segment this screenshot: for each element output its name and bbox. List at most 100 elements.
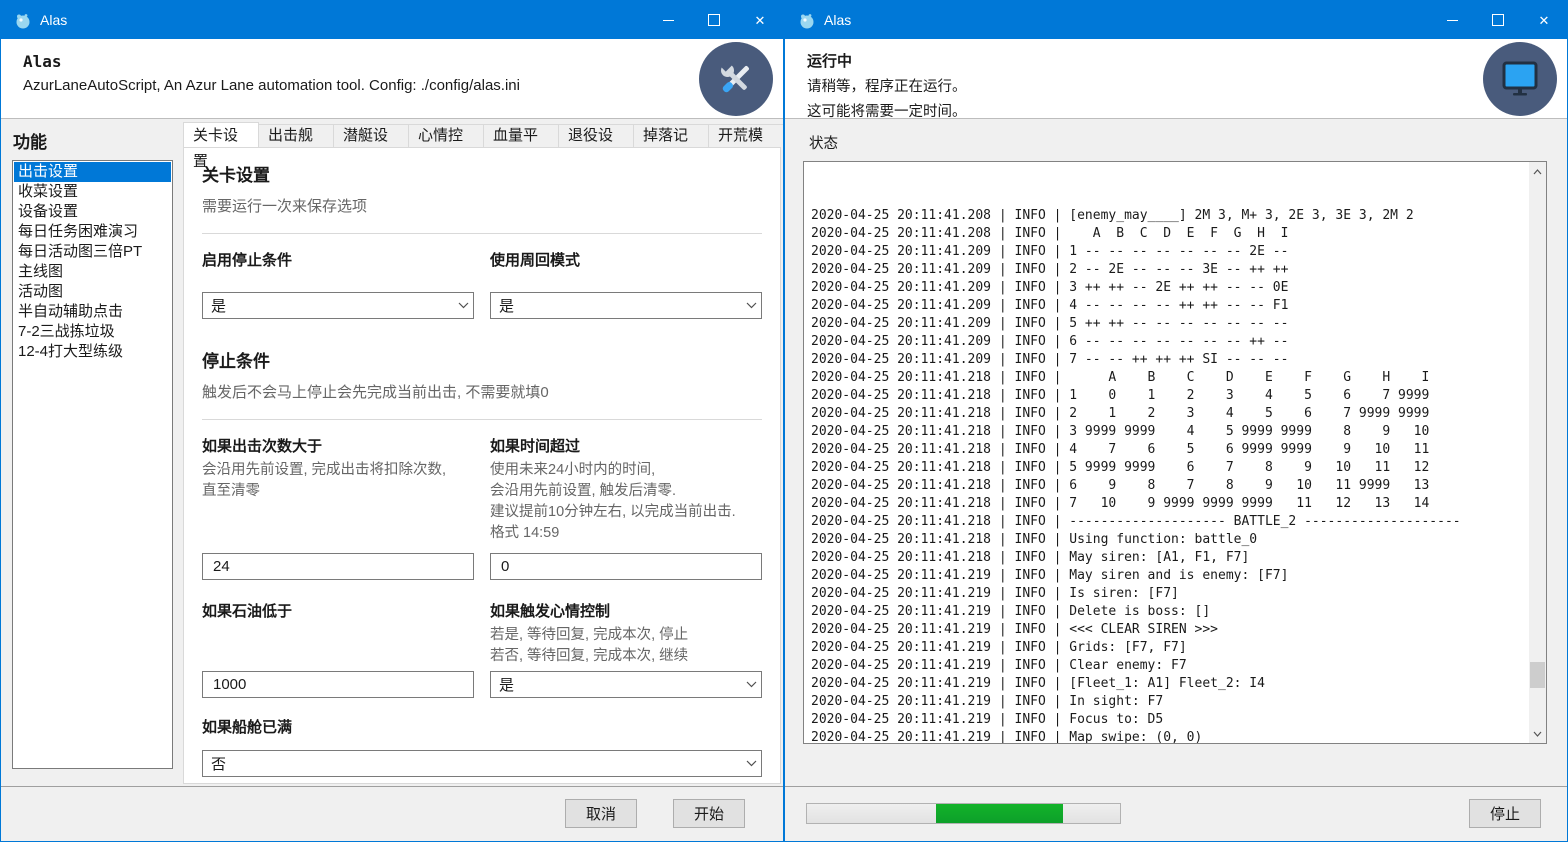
sidebar-list: 出击设置收菜设置设备设置每日任务困难演习每日活动图三倍PT 主线图活动图半自动辅助… bbox=[12, 160, 173, 769]
log-line: 2020-04-25 20:11:41.218 | INFO | 4 7 6 5… bbox=[811, 441, 1529, 459]
maximize-button[interactable] bbox=[691, 1, 737, 39]
log-box: 2020-04-25 20:11:41.208 | INFO | [enemy_… bbox=[803, 161, 1547, 744]
log-line: 2020-04-25 20:11:41.218 | INFO | Using f… bbox=[811, 531, 1529, 549]
settings-content: 功能 出击设置收菜设置设备设置每日任务困难演习每日活动图三倍PT主线图活动图半自… bbox=[1, 119, 783, 786]
log-line: 2020-04-25 20:11:41.208 | INFO | A B C D… bbox=[811, 225, 1529, 243]
divider bbox=[202, 233, 762, 234]
field-label-if-count: 如果出击次数大于 bbox=[202, 435, 474, 456]
sidebar-item-label: 12-4打大型练级 bbox=[18, 343, 123, 360]
scrollbar-thumb[interactable] bbox=[1530, 662, 1545, 688]
if-oil-input[interactable] bbox=[211, 675, 469, 694]
log-line: 2020-04-25 20:11:41.219 | INFO | Clear e… bbox=[811, 657, 1529, 675]
field-label-enable-stop: 启用停止条件 bbox=[202, 249, 474, 270]
log-scrollbar[interactable] bbox=[1529, 162, 1546, 743]
chevron-down-icon bbox=[746, 681, 757, 688]
close-button[interactable]: ✕ bbox=[1521, 1, 1567, 39]
log-line: 2020-04-25 20:11:41.219 | INFO | Is sire… bbox=[811, 585, 1529, 603]
window-title: Alas bbox=[824, 12, 1429, 28]
tab[interactable]: 心情控制 bbox=[408, 124, 484, 147]
scrollbar-up-button[interactable] bbox=[1529, 163, 1546, 180]
log-line: 2020-04-25 20:11:41.219 | INFO | Focus t… bbox=[811, 711, 1529, 729]
sidebar-item[interactable]: 收菜设置 bbox=[14, 182, 171, 202]
section-title: 关卡设置 bbox=[202, 161, 762, 186]
sidebar-item[interactable]: 活动图 bbox=[14, 282, 171, 302]
log-line: 2020-04-25 20:11:41.209 | INFO | 4 -- --… bbox=[811, 297, 1529, 315]
if-count-field bbox=[202, 553, 474, 580]
sidebar-item[interactable]: 12-4打大型练级 bbox=[14, 342, 171, 362]
loop-mode-dropdown[interactable]: 是 bbox=[490, 292, 762, 319]
running-line1: 请稍等，程序正在运行。 bbox=[785, 71, 1567, 96]
tab[interactable]: 关卡设置 bbox=[183, 122, 259, 147]
if-count-input[interactable] bbox=[211, 557, 469, 576]
field-label-loop-mode: 使用周回模式 bbox=[490, 249, 762, 270]
start-button[interactable]: 开始 bbox=[673, 799, 745, 828]
window-title: Alas bbox=[40, 12, 645, 28]
desc-line: 会沿用先前设置, 完成出击将扣除次数, bbox=[202, 460, 474, 481]
section-desc: 需要运行一次来保存选项 bbox=[202, 195, 762, 216]
close-icon: ✕ bbox=[1539, 14, 1550, 27]
scrollbar-down-button[interactable] bbox=[1529, 725, 1546, 742]
log-lines: 2020-04-25 20:11:41.208 | INFO | [enemy_… bbox=[804, 162, 1529, 743]
sidebar-item[interactable]: 每日任务困难演习 bbox=[14, 222, 171, 242]
titlebar[interactable]: Alas ✕ bbox=[785, 1, 1567, 39]
log-line: 2020-04-25 20:11:41.219 | INFO | <<< CLE… bbox=[811, 621, 1529, 639]
sidebar-item[interactable]: 主线图 bbox=[14, 262, 171, 282]
sidebar-item-label: 7-2三战拣垃圾 bbox=[18, 323, 115, 340]
log-viewport[interactable]: 2020-04-25 20:11:41.208 | INFO | [enemy_… bbox=[804, 162, 1529, 743]
runner-window: Alas ✕ 运行中 请稍等，程序正在运行。 这可能将需要一定时间。 状态 20… bbox=[784, 0, 1568, 842]
log-line: 2020-04-25 20:11:41.209 | INFO | 7 -- --… bbox=[811, 351, 1529, 369]
tab[interactable]: 潜艇设置 bbox=[333, 124, 409, 147]
if-dock-dropdown[interactable]: 否 bbox=[202, 750, 762, 777]
app-name: Alas bbox=[1, 39, 783, 71]
chevron-down-icon bbox=[746, 302, 757, 309]
tab[interactable]: 出击舰队 bbox=[258, 124, 334, 147]
minimize-button[interactable] bbox=[645, 1, 691, 39]
minimize-button[interactable] bbox=[1429, 1, 1475, 39]
sidebar-item[interactable]: 出击设置 bbox=[14, 162, 171, 182]
sidebar-item[interactable]: 半自动辅助点击 bbox=[14, 302, 171, 322]
titlebar[interactable]: Alas ✕ bbox=[1, 1, 783, 39]
log-line: 2020-04-25 20:11:41.218 | INFO | 1 0 1 2… bbox=[811, 387, 1529, 405]
sidebar-item-label: 每日活动图三倍PT bbox=[18, 243, 142, 260]
close-icon: ✕ bbox=[755, 14, 766, 27]
log-line: 2020-04-25 20:11:41.218 | INFO | -------… bbox=[811, 513, 1529, 531]
tab[interactable]: 血量平衡 bbox=[483, 124, 559, 147]
sidebar-item[interactable]: 7-2三战拣垃圾 bbox=[14, 322, 171, 342]
divider bbox=[202, 419, 762, 420]
sidebar-item-label: 活动图 bbox=[18, 283, 63, 300]
tab[interactable]: 掉落记录 bbox=[633, 124, 709, 147]
tab[interactable]: 开荒模式 bbox=[708, 124, 784, 147]
field-desc-if-time: 使用未来24小时内的时间,会沿用先前设置, 触发后清零.建议提前10分钟左右, … bbox=[490, 460, 762, 544]
maximize-icon bbox=[1492, 14, 1504, 26]
sidebar-item[interactable]: 设备设置 bbox=[14, 202, 171, 222]
sidebar-item-label: 设备设置 bbox=[18, 203, 78, 220]
desc-line: 建议提前10分钟左右, 以完成当前出击. bbox=[490, 502, 762, 523]
section-desc-stop-cond: 触发后不会马上停止会先完成当前出击, 不需要就填0 bbox=[202, 381, 762, 402]
desc-line: 使用未来24小时内的时间, bbox=[490, 460, 762, 481]
sidebar-item[interactable]: 每日活动图三倍PT bbox=[14, 242, 171, 262]
stop-button[interactable]: 停止 bbox=[1469, 799, 1541, 828]
cancel-button[interactable]: 取消 bbox=[565, 799, 637, 828]
alas-logo-icon bbox=[798, 12, 815, 29]
log-line: 2020-04-25 20:11:41.209 | INFO | 5 ++ ++… bbox=[811, 315, 1529, 333]
field-label-if-oil: 如果石油低于 bbox=[202, 600, 474, 621]
dropdown-value: 是 bbox=[499, 674, 514, 695]
if-emotion-dropdown[interactable]: 是 bbox=[490, 671, 762, 698]
tab[interactable]: 退役设置 bbox=[558, 124, 634, 147]
desc-line: 会沿用先前设置, 触发后清零. bbox=[490, 481, 762, 502]
status-label: 状态 bbox=[809, 132, 838, 153]
enable-stop-dropdown[interactable]: 是 bbox=[202, 292, 474, 319]
log-line: 2020-04-25 20:11:41.209 | INFO | 2 -- 2E… bbox=[811, 261, 1529, 279]
app-subtitle: AzurLaneAutoScript, An Azur Lane automat… bbox=[1, 71, 783, 94]
log-line: 2020-04-25 20:11:41.219 | INFO | [Fleet_… bbox=[811, 675, 1529, 693]
maximize-button[interactable] bbox=[1475, 1, 1521, 39]
log-line: 2020-04-25 20:11:41.219 | INFO | In sigh… bbox=[811, 693, 1529, 711]
log-line: 2020-04-25 20:11:41.218 | INFO | 5 9999 … bbox=[811, 459, 1529, 477]
minimize-icon bbox=[663, 20, 674, 21]
close-button[interactable]: ✕ bbox=[737, 1, 783, 39]
app-header: Alas AzurLaneAutoScript, An Azur Lane au… bbox=[1, 39, 783, 119]
monitor-icon bbox=[1483, 42, 1557, 116]
field-desc-if-count: 会沿用先前设置, 完成出击将扣除次数,直至清零 bbox=[202, 460, 474, 502]
running-line2: 这可能将需要一定时间。 bbox=[785, 96, 1567, 121]
if-time-input[interactable] bbox=[499, 557, 757, 576]
